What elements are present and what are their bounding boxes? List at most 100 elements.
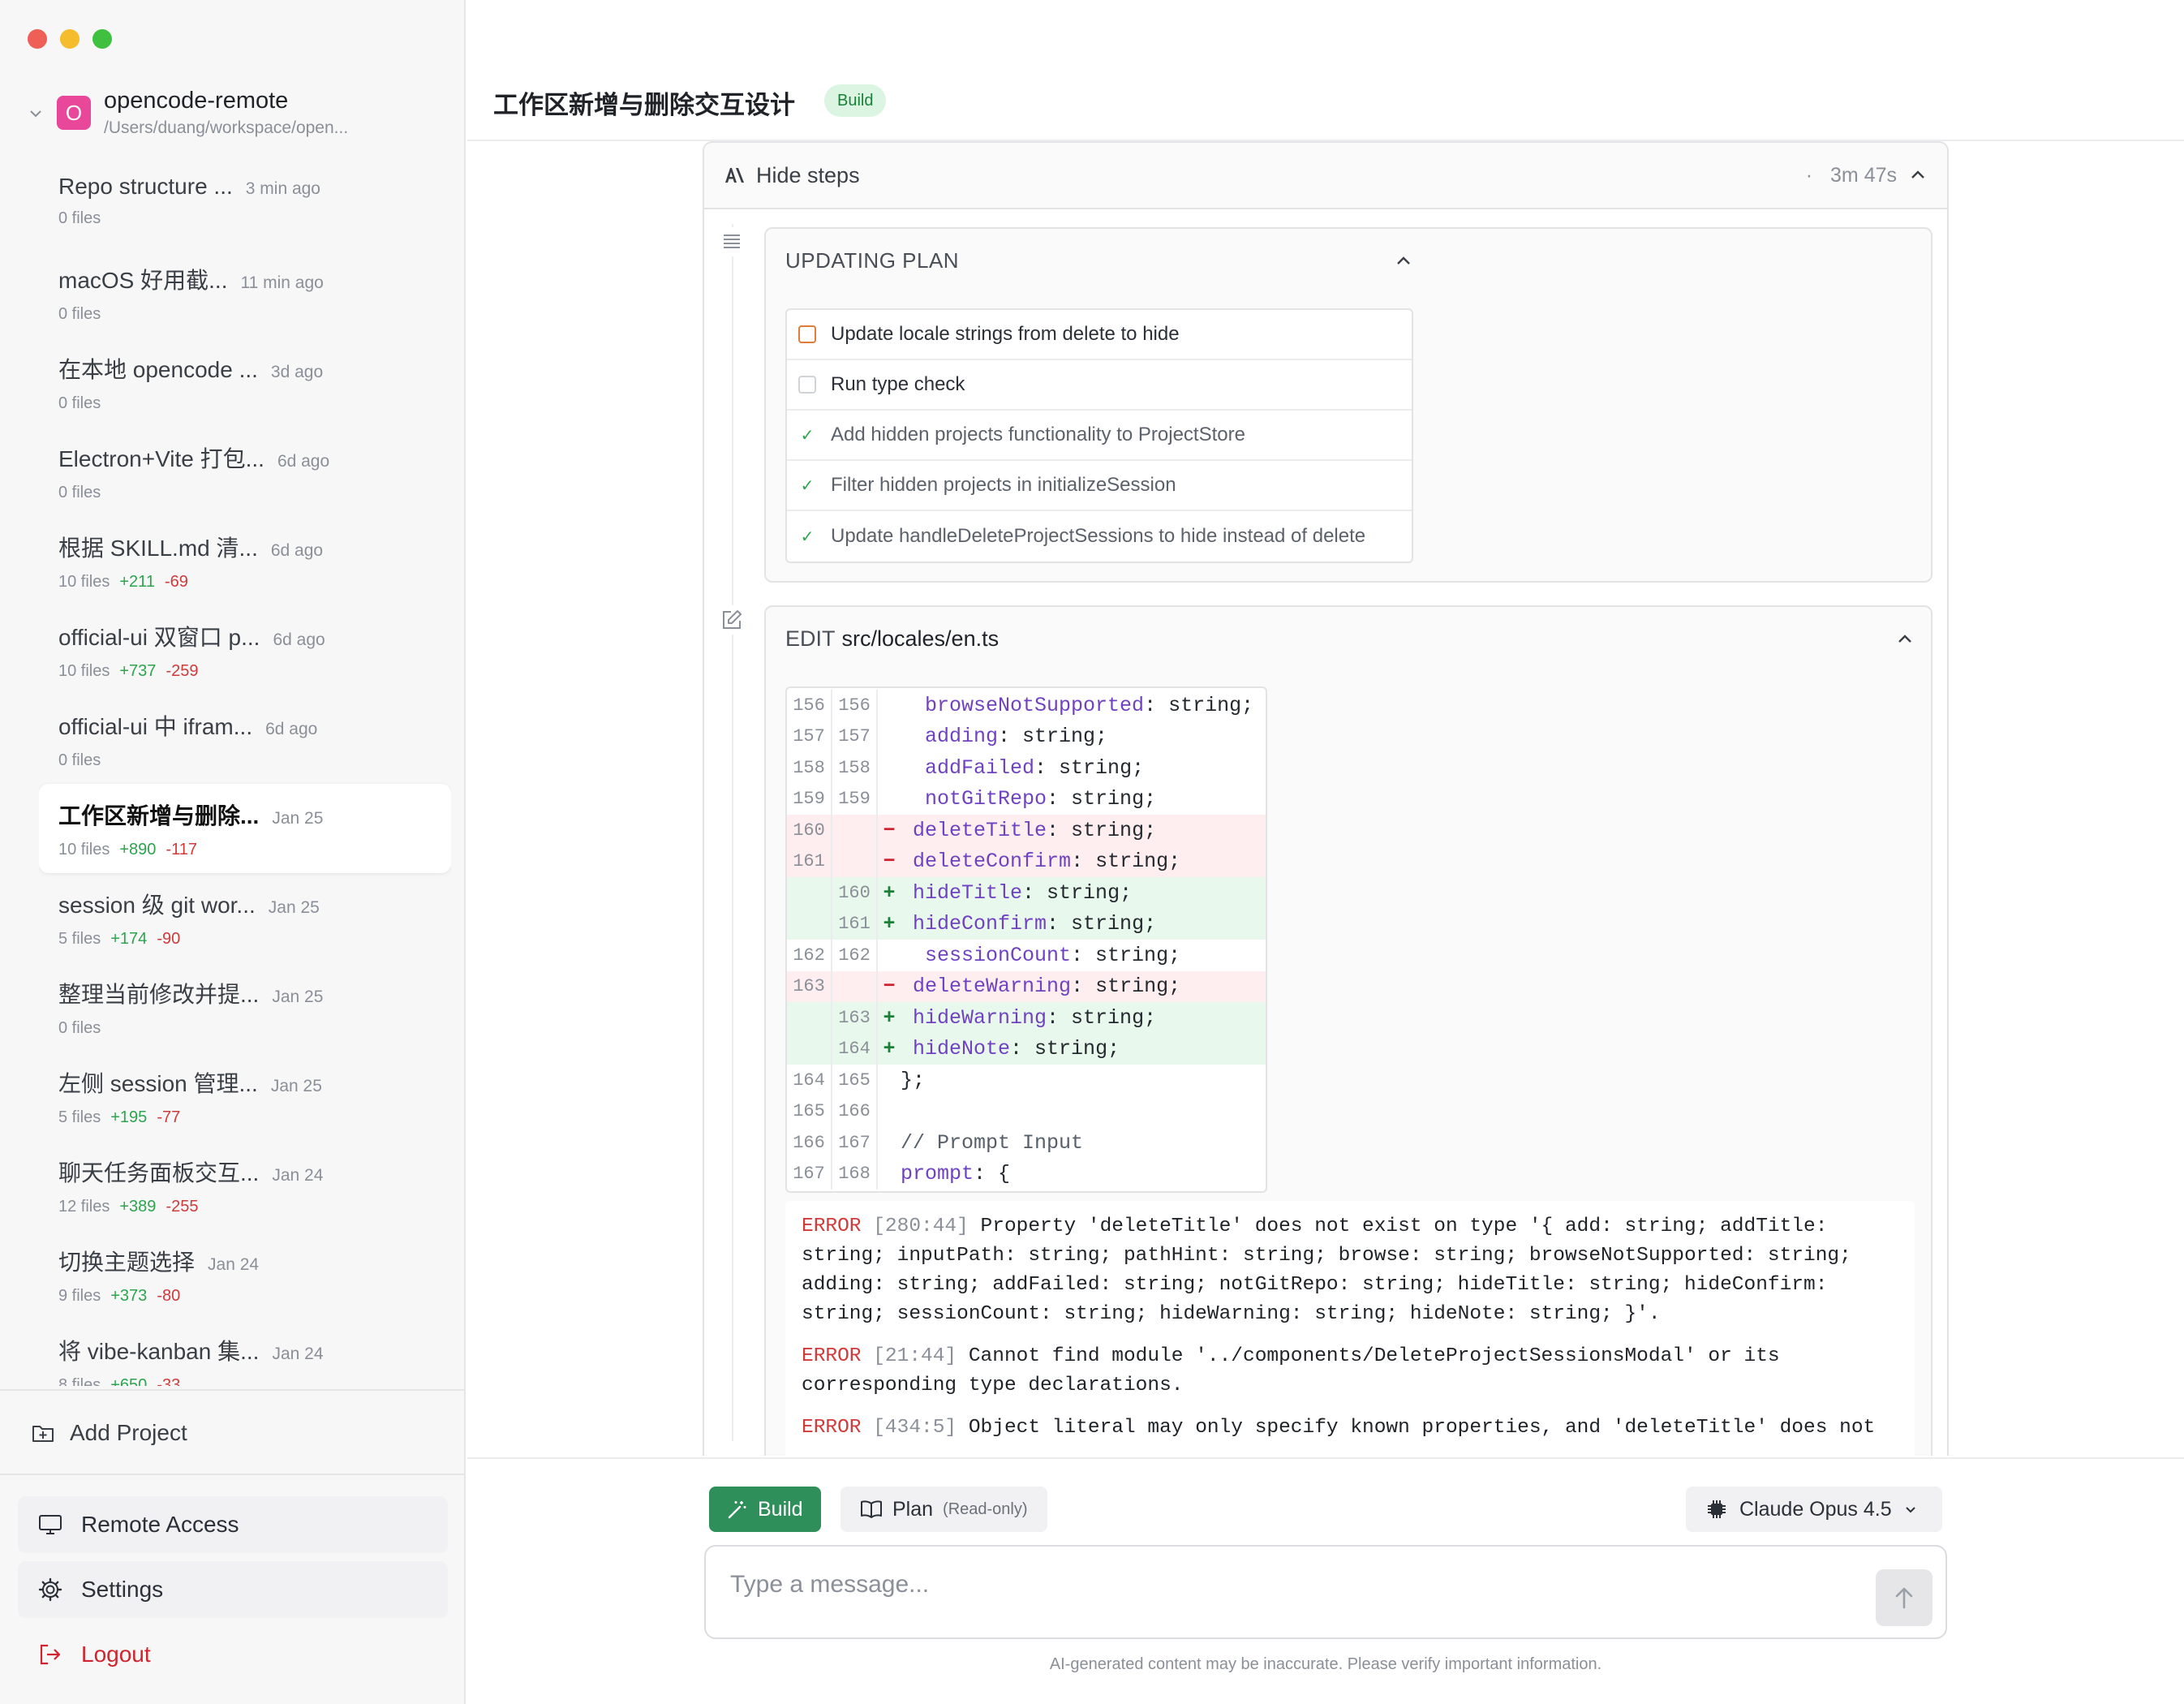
diff-indent [901,1037,913,1061]
plan-mode-sublabel: (Read-only) [943,1500,1028,1518]
todo-pending-icon [798,376,816,394]
edit-header: EDIT src/locales/en.ts [785,626,999,652]
session-meta: 10 files +890 -117 [58,841,451,859]
session-meta: 0 files [58,305,451,324]
session-item[interactable]: 聊天任务面板交互... Jan 24 12 files +389 -255 [39,1141,451,1230]
hide-steps-label: Hide steps [756,162,860,187]
project-header[interactable]: O opencode-remote /Users/duang/workspace… [24,84,448,149]
session-meta: 0 files [58,394,451,413]
session-meta: 12 files +389 -255 [58,1198,451,1216]
arrow-up-icon [1895,1587,1913,1609]
diff-sign: + [883,1005,896,1030]
check-icon: ✓ [800,527,815,546]
new-line-number: 161 [832,908,878,940]
ai-disclaimer: AI-generated content may be inaccurate. … [1049,1655,1602,1673]
diff-rest: : string; [1022,880,1133,905]
message-box [704,1545,1947,1639]
session-item[interactable]: official-ui 中 ifram... 6d ago 0 files [39,695,451,784]
session-title: session 级 git wor... [58,893,256,918]
diff-sign [878,694,901,717]
old-line-number [787,1033,832,1065]
new-line-number: 167 [832,1127,878,1159]
diff-code: hideNote: string; [901,1037,1120,1061]
session-time: 6d ago [277,452,330,471]
diff-line: 165 166 [787,1095,1266,1127]
build-mode-button[interactable]: Build [709,1487,821,1532]
todo-text: Update locale strings from delete to hid… [831,323,1180,345]
session-item[interactable]: Electron+Vite 打包... 6d ago 0 files [39,427,451,516]
session-time: 3 min ago [245,179,320,198]
session-meta: 5 files +195 -77 [58,1108,451,1127]
session-item[interactable]: 将 vibe-kanban 集... Jan 24 8 files +650 -33 [39,1319,451,1386]
chevron-up-icon[interactable] [1895,630,1915,649]
diff-line: 164 + hideNote: string; [787,1033,1266,1065]
settings-button[interactable]: Settings [18,1561,448,1618]
session-item[interactable]: 切换主题选择 Jan 24 9 files +373 -80 [39,1230,451,1319]
old-line-number: 167 [787,1158,832,1190]
send-button[interactable] [1876,1569,1932,1626]
diff-line: 161 + hideConfirm: string; [787,908,1266,940]
diff-code: sessionCount: string; [901,944,1180,967]
close-window-button[interactable] [28,29,47,49]
old-line-number: 160 [787,815,832,846]
todo-text: Filter hidden projects in initializeSess… [831,474,1176,496]
session-item[interactable]: 根据 SKILL.md 清... 6d ago 10 files +211 -69 [39,516,451,605]
hide-steps-toggle[interactable]: Hide steps · 3m 47s [704,143,1947,209]
diff-view: 156 156 browseNotSupported: string; 157 157… [785,686,1267,1193]
error-location: [21:44] [873,1345,957,1367]
session-file-count: 0 files [58,484,101,501]
session-item[interactable]: 左侧 session 管理... Jan 25 5 files +195 -77 [39,1052,451,1141]
diff-rest: // Prompt Input [901,1130,1084,1155]
minimize-window-button[interactable] [60,29,80,49]
session-item[interactable]: 在本地 opencode ... 3d ago 0 files [39,338,451,427]
session-list: Repo structure ... 3 min ago 0 files mac… [39,159,451,1386]
session-meta: 5 files +174 -90 [58,930,451,949]
model-selector[interactable]: Claude Opus 4.5 [1686,1487,1942,1532]
session-title: 左侧 session 管理... [58,1071,258,1096]
old-line-number: 165 [787,1095,832,1127]
session-item[interactable]: 工作区新增与删除... Jan 25 10 files +890 -117 [39,784,451,873]
diff-code: hideTitle: string; [901,881,1132,905]
chevron-down-icon [1905,1507,1915,1513]
session-item[interactable]: official-ui 双窗口 p... 6d ago 10 files +737… [39,605,451,695]
error-message: ERROR [280:44] Property 'deleteTitle' do… [802,1212,1898,1329]
session-title: 切换主题选择 [58,1250,196,1275]
edit-operation: EDIT [785,626,836,651]
diff-line: 164 165 }; [787,1065,1266,1096]
new-line-number: 156 [832,690,878,721]
zoom-window-button[interactable] [92,29,112,49]
diff-line: 159 159 notGitRepo: string; [787,783,1266,815]
session-title: official-ui 双窗口 p... [58,625,260,650]
list-icon [717,227,746,256]
diff-sign: − [883,975,896,999]
session-item[interactable]: macOS 好用截... 11 min ago 0 files [39,248,451,338]
session-additions: +737 [119,662,157,680]
sidebar-divider [0,1389,464,1391]
diff-key: deleteTitle [913,818,1047,842]
session-item[interactable]: 整理当前修改并提... Jan 25 0 files [39,962,451,1052]
diff-code: // Prompt Input [901,1131,1083,1155]
diff-indent [901,756,925,780]
logout-button[interactable]: Logout [18,1626,448,1683]
diff-sign [878,1069,901,1092]
add-project-label: Add Project [70,1420,187,1445]
chevron-down-icon[interactable] [28,105,44,122]
diff-sign: + [883,1037,896,1061]
gear-icon [38,1577,62,1602]
magic-wand-icon [728,1501,746,1519]
remote-access-button[interactable]: Remote Access [18,1496,448,1553]
new-line-number: 166 [832,1095,878,1127]
plan-mode-button[interactable]: Plan (Read-only) [840,1487,1047,1532]
todo-item: ✓ Update handleDeleteProjectSessions to h… [787,511,1412,562]
session-item[interactable]: Repo structure ... 3 min ago 0 files [39,159,451,248]
session-item[interactable]: session 级 git wor... Jan 25 5 files +174-… [39,873,451,962]
diff-indent [901,819,913,842]
diff-sign [878,1099,901,1123]
add-project-button[interactable]: Add Project [31,1392,187,1474]
chevron-up-icon[interactable] [1394,252,1413,271]
logout-label: Logout [81,1642,151,1667]
old-line-number: 158 [787,752,832,784]
message-input[interactable] [730,1571,1850,1599]
steps-duration: 3m 47s [1830,163,1897,187]
chevron-up-icon[interactable] [1908,166,1928,185]
